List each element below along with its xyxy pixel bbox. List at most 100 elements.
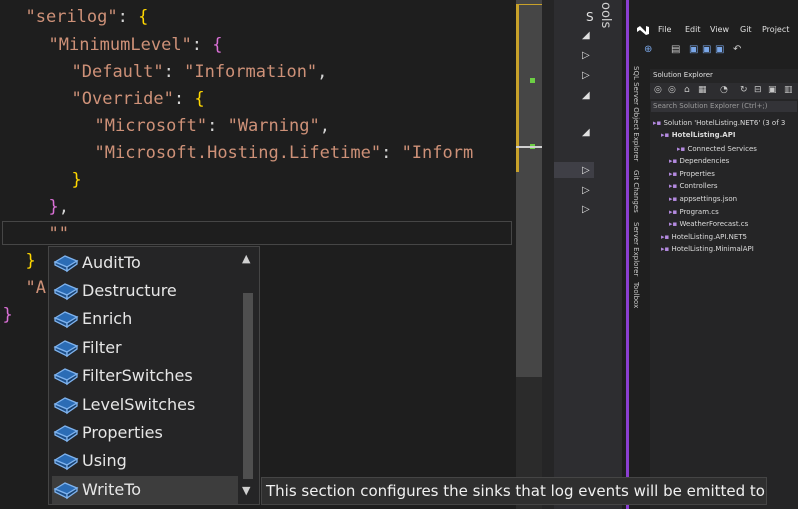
side-tab-toolbox[interactable]: Toolbox bbox=[632, 282, 640, 308]
scroll-up-icon[interactable]: ▲ bbox=[242, 252, 250, 265]
solution-tree-item[interactable]: ▸▪ HotelListing.API.NET5 bbox=[661, 231, 747, 243]
completion-scrollbar[interactable]: ▲ ▼ bbox=[239, 248, 257, 503]
sync-icon[interactable]: ↻ bbox=[740, 85, 748, 95]
tree-node-icon: ▸▪ bbox=[661, 131, 672, 139]
switch-views-icon[interactable]: ▦ bbox=[698, 85, 707, 95]
code-token: "" bbox=[48, 224, 69, 244]
collapse-arrow-icon[interactable]: ▷ bbox=[582, 165, 590, 176]
code-token: , bbox=[319, 116, 330, 136]
navigate-icon[interactable]: ⊕ bbox=[644, 44, 652, 55]
forward-icon[interactable]: ◎ bbox=[668, 85, 676, 95]
menu-file[interactable]: File bbox=[658, 25, 671, 34]
code-line[interactable]: "serilog": { bbox=[26, 4, 149, 31]
completion-item-levelswitches[interactable]: LevelSwitches bbox=[52, 391, 238, 419]
solution-tree-item[interactable]: ▸▪ Connected Services bbox=[677, 143, 757, 155]
code-line[interactable]: } bbox=[3, 302, 13, 329]
solution-tree-item[interactable]: ▸▪ appsettings.json bbox=[669, 193, 737, 205]
completion-item-properties[interactable]: Properties bbox=[52, 419, 238, 447]
completion-tooltip: This section configures the sinks that l… bbox=[261, 477, 767, 505]
solution-explorer-title: Solution Explorer bbox=[653, 71, 713, 79]
properties-icon[interactable]: ▥ bbox=[784, 85, 793, 95]
show-all-files-icon[interactable]: ▣ bbox=[768, 85, 777, 95]
open-icon[interactable]: ▣ bbox=[689, 44, 698, 55]
code-line[interactable]: "Default": "Information", bbox=[72, 59, 328, 86]
solution-tree-item[interactable]: ▸▪ Program.cs bbox=[669, 206, 719, 218]
side-tab-git-changes[interactable]: Git Changes bbox=[632, 170, 640, 213]
toolbar: ⊕ ▤ ▣ ▣ ▣ ↶ bbox=[629, 40, 798, 60]
property-icon bbox=[53, 311, 79, 329]
solution-tree-item[interactable]: ▸▪ Controllers bbox=[669, 180, 718, 192]
code-token: : bbox=[117, 7, 139, 27]
collapse-arrow-icon[interactable]: ▷ bbox=[582, 185, 590, 196]
tree-item-label: Program.cs bbox=[679, 208, 719, 216]
solution-tree-item[interactable]: ▸▪ Solution 'HotelListing.NET6' (3 of 3 bbox=[653, 117, 785, 129]
completion-item-using[interactable]: Using bbox=[52, 447, 238, 475]
property-icon bbox=[53, 453, 79, 471]
code-line[interactable]: "Microsoft.Hosting.Lifetime": "Inform bbox=[95, 140, 474, 167]
code-line[interactable]: "A bbox=[26, 275, 46, 302]
expand-arrow-icon[interactable]: ◢ bbox=[582, 30, 590, 41]
intellisense-completion-list[interactable]: AuditTo Destructure Enrich Filter FilterSwit… bbox=[48, 246, 260, 505]
solution-tree-item[interactable]: ▸▪ HotelListing.API bbox=[661, 129, 735, 141]
code-line[interactable]: "Override": { bbox=[72, 86, 205, 113]
editor-scrollbar[interactable] bbox=[516, 0, 542, 509]
tree-item-label: Connected Services bbox=[687, 145, 757, 153]
side-tool-panel: S ◢ ▷ ▷ ◢ ◢ ▷ ▷ ▷ bbox=[554, 0, 594, 509]
code-line[interactable]: "" bbox=[49, 221, 69, 248]
back-icon[interactable]: ◎ bbox=[654, 85, 662, 95]
save-icon[interactable]: ▣ bbox=[702, 44, 711, 55]
viewport-indicator-top bbox=[516, 4, 542, 5]
collapse-arrow-icon[interactable]: ▷ bbox=[582, 50, 590, 61]
scrollbar-thumb[interactable] bbox=[516, 0, 542, 377]
menu-project[interactable]: Project bbox=[762, 25, 789, 34]
completion-item-writeto[interactable]: WriteTo bbox=[52, 476, 238, 504]
solution-tree-item[interactable]: ▸▪ Dependencies bbox=[669, 155, 729, 167]
collapse-all-icon[interactable]: ⊟ bbox=[754, 85, 762, 95]
menu-git[interactable]: Git bbox=[740, 25, 752, 34]
completion-item-filterswitches[interactable]: FilterSwitches bbox=[52, 362, 238, 390]
pending-changes-icon[interactable]: ◔ bbox=[720, 85, 728, 95]
menu-edit[interactable]: Edit bbox=[685, 25, 701, 34]
code-line[interactable]: "Microsoft": "Warning", bbox=[95, 113, 330, 140]
code-token: : bbox=[173, 89, 195, 109]
completion-item-label: Enrich bbox=[82, 309, 133, 328]
completion-item-filter[interactable]: Filter bbox=[52, 334, 238, 362]
save-all-icon[interactable]: ▣ bbox=[715, 44, 724, 55]
tree-item-label: Dependencies bbox=[679, 157, 730, 165]
collapse-arrow-icon[interactable]: ▷ bbox=[582, 204, 590, 215]
home-icon[interactable]: ⌂ bbox=[684, 85, 690, 95]
side-tab-sql-server-object-explorer[interactable]: SQL Server Object Explorer bbox=[632, 66, 640, 161]
completion-item-auditto[interactable]: AuditTo bbox=[52, 249, 238, 277]
panel-label: S bbox=[586, 10, 594, 24]
tree-item-label: HotelListing.MinimalAPI bbox=[671, 245, 754, 253]
completion-item-label: LevelSwitches bbox=[82, 395, 196, 414]
completion-item-destructure[interactable]: Destructure bbox=[52, 277, 238, 305]
code-token: "Override" bbox=[71, 89, 174, 109]
completion-scroll-thumb[interactable] bbox=[243, 293, 253, 479]
completion-item-label: Destructure bbox=[82, 281, 177, 300]
property-icon bbox=[53, 340, 79, 358]
code-line[interactable]: }, bbox=[49, 194, 70, 221]
code-token: { bbox=[194, 89, 205, 109]
collapse-arrow-icon[interactable]: ▷ bbox=[582, 70, 590, 81]
expand-arrow-icon[interactable]: ◢ bbox=[582, 127, 590, 138]
solution-explorer-search[interactable]: Search Solution Explorer (Ctrl+;) bbox=[651, 101, 797, 112]
solution-tree-item[interactable]: ▸▪ Properties bbox=[669, 168, 715, 180]
tools-vertical-tab[interactable]: ools bbox=[594, 0, 622, 509]
code-line[interactable]: } bbox=[72, 167, 82, 194]
tree-item-label: HotelListing.API bbox=[671, 131, 736, 139]
side-tab-server-explorer[interactable]: Server Explorer bbox=[632, 222, 640, 276]
new-item-icon[interactable]: ▤ bbox=[671, 44, 680, 55]
solution-tree-item[interactable]: ▸▪ HotelListing.MinimalAPI bbox=[661, 243, 754, 255]
splitter[interactable] bbox=[542, 0, 554, 509]
solution-tree-item[interactable]: ▸▪ WeatherForecast.cs bbox=[669, 218, 748, 230]
expand-arrow-icon[interactable]: ◢ bbox=[582, 90, 590, 101]
completion-item-enrich[interactable]: Enrich bbox=[52, 305, 238, 333]
menu-view[interactable]: View bbox=[710, 25, 729, 34]
scroll-down-icon[interactable]: ▼ bbox=[242, 484, 250, 497]
code-line[interactable]: "MinimumLevel": { bbox=[49, 32, 223, 59]
undo-icon[interactable]: ↶ bbox=[733, 44, 741, 55]
code-token: "Warning" bbox=[227, 116, 320, 136]
code-line[interactable]: } bbox=[26, 248, 36, 275]
change-marker bbox=[530, 78, 535, 83]
